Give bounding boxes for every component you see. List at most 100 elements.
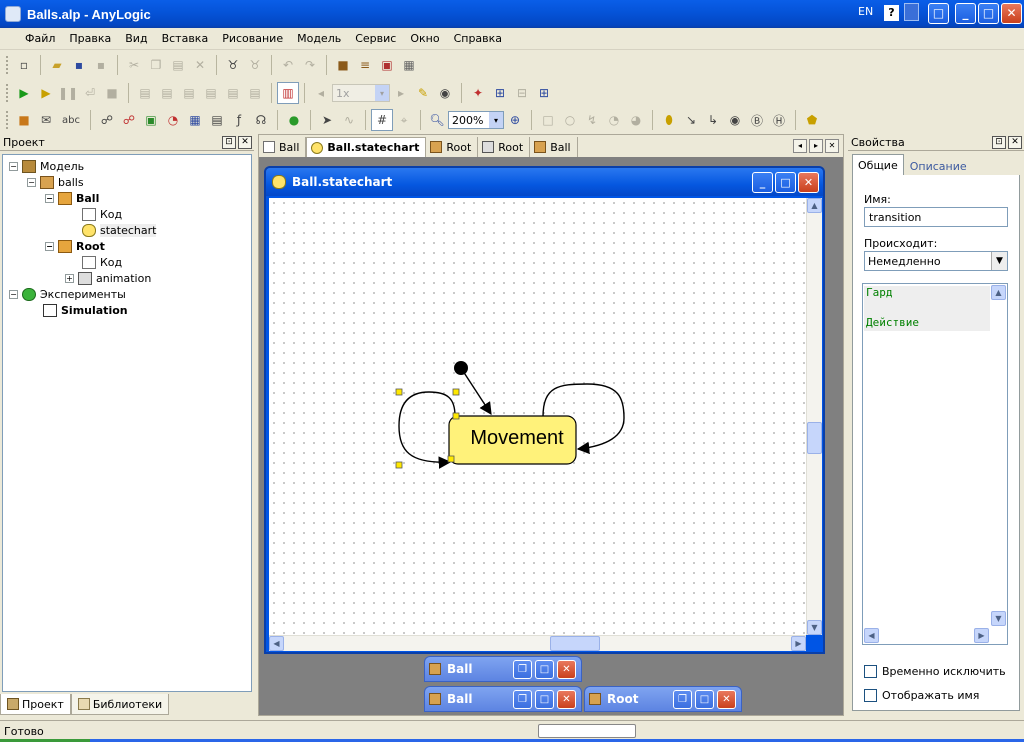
menu-insert[interactable]: Вставка [155, 32, 216, 45]
camera-icon[interactable]: ◉ [434, 82, 456, 104]
tree-node-statechart[interactable]: statechart [82, 222, 157, 238]
table-icon[interactable]: ▤ [206, 109, 228, 131]
debug-icon[interactable]: ✦ [467, 82, 489, 104]
oval-icon[interactable]: ○ [559, 109, 581, 131]
exclude-checkbox[interactable]: Временно исключить [864, 665, 1006, 678]
point-icon[interactable]: ∿ [338, 109, 360, 131]
back-icon[interactable]: ⏎ [79, 82, 101, 104]
tree-node-ball-code[interactable]: Код [82, 206, 122, 222]
paste-icon[interactable]: ▤ [167, 54, 189, 76]
tab-scroll-left-icon[interactable]: ◂ [793, 139, 807, 153]
presentation-icon[interactable]: ▣ [376, 54, 398, 76]
text-tool[interactable]: abc [57, 109, 85, 131]
occurs-select[interactable]: Немедленно ▼ [864, 251, 1008, 271]
replace-icon[interactable]: ♉ [244, 54, 266, 76]
code-line-empty[interactable] [864, 301, 990, 316]
slower-icon[interactable]: ◂ [310, 82, 332, 104]
menu-help[interactable]: Справка [447, 32, 509, 45]
rect-icon[interactable]: □ [537, 109, 559, 131]
restore-icon[interactable]: ❐ [513, 690, 532, 709]
shape-icon[interactable]: ◕ [625, 109, 647, 131]
minimized-window-ball-2[interactable]: Ball ❐ □ ✕ [424, 686, 582, 712]
tree-node-root[interactable]: − Root [45, 238, 105, 254]
tool-icon[interactable]: ▤ [178, 82, 200, 104]
state-shape-icon[interactable]: ⬮ [658, 109, 680, 131]
checkbox-box[interactable] [864, 665, 877, 678]
maximize-button[interactable]: □ [775, 172, 796, 193]
h-icon[interactable]: Ⓗ [768, 109, 790, 131]
zoom-select[interactable]: 200% ▾ [448, 111, 504, 129]
tree-node-simulation[interactable]: Simulation [43, 302, 128, 318]
tab-root-animation[interactable]: Root [478, 137, 531, 157]
tab-description[interactable]: Описание [904, 156, 973, 176]
collapse-icon[interactable]: − [9, 161, 18, 171]
curve-icon[interactable]: ◔ [603, 109, 625, 131]
open-icon[interactable]: ▰ [46, 54, 68, 76]
tree-node-ball[interactable]: − Ball [45, 190, 99, 206]
close-icon[interactable]: ✕ [557, 690, 576, 709]
tray-icon[interactable] [904, 3, 919, 21]
toolbar-grip[interactable] [6, 111, 9, 129]
variable-icon[interactable]: ⬟ [801, 109, 823, 131]
grid-icon[interactable]: # [371, 109, 393, 131]
collapse-icon[interactable]: − [27, 177, 36, 187]
tree-node-animation[interactable]: + animation [65, 270, 151, 286]
stop-icon[interactable]: ■ [101, 82, 123, 104]
tool-icon[interactable]: ▤ [244, 82, 266, 104]
tab-libraries[interactable]: Библиотеки [70, 694, 170, 715]
state-icon[interactable]: ☍ [118, 109, 140, 131]
minimized-window-root[interactable]: Root ❐ □ ✕ [584, 686, 742, 712]
tool-icon[interactable]: ▤ [222, 82, 244, 104]
maximize-icon[interactable]: □ [535, 690, 554, 709]
event-icon[interactable]: ◔ [162, 109, 184, 131]
menu-window[interactable]: Окно [403, 32, 446, 45]
toolbar-grip[interactable] [6, 84, 9, 102]
restore-icon[interactable]: ❐ [673, 690, 692, 709]
tab-project[interactable]: Проект [0, 694, 71, 715]
save-all-icon[interactable]: ▪ [90, 54, 112, 76]
function-icon[interactable]: ƒ [228, 109, 250, 131]
pin-icon[interactable]: ⊡ [992, 135, 1006, 149]
tool-icon[interactable]: ▤ [156, 82, 178, 104]
statechart-window-titlebar[interactable]: Ball.statechart [266, 168, 823, 196]
minimize-button[interactable]: _ [752, 172, 773, 193]
undo-icon[interactable]: ↶ [277, 54, 299, 76]
experiment-icon[interactable]: ● [283, 109, 305, 131]
scroll-down-icon[interactable]: ▼ [807, 620, 822, 635]
menu-file[interactable]: Файл [18, 32, 62, 45]
checkbox-box[interactable] [864, 689, 877, 702]
speed-select[interactable]: 1x ▾ [332, 84, 390, 102]
close-tab-icon[interactable]: ✕ [825, 139, 839, 153]
tab-ball-statechart[interactable]: Ball.statechart [306, 137, 427, 157]
tree-node-model[interactable]: − Модель [9, 158, 84, 174]
image-icon[interactable]: ▣ [140, 109, 162, 131]
redo-icon[interactable]: ↷ [299, 54, 321, 76]
maximize-button[interactable]: □ [978, 3, 999, 24]
close-icon[interactable]: ✕ [238, 135, 252, 149]
class-icon[interactable]: ■ [13, 109, 35, 131]
menu-model[interactable]: Модель [290, 32, 348, 45]
layers-icon[interactable]: ≡ [354, 54, 376, 76]
highlight-icon[interactable]: ✎ [412, 82, 434, 104]
tool-icon[interactable]: ▤ [134, 82, 156, 104]
close-button[interactable]: ✕ [1001, 3, 1022, 24]
tab-ball-code[interactable]: Ball [259, 137, 307, 157]
language-indicator[interactable]: EN [858, 5, 873, 18]
maximize-icon[interactable]: □ [695, 690, 714, 709]
scroll-thumb[interactable] [807, 422, 822, 454]
menu-service[interactable]: Сервис [348, 32, 403, 45]
scroll-left-icon[interactable]: ◀ [864, 628, 879, 643]
vertical-scrollbar[interactable]: ▲ ▼ [806, 198, 822, 635]
close-button[interactable]: ✕ [798, 172, 819, 193]
port-icon[interactable]: ☊ [250, 109, 272, 131]
pause-icon[interactable]: ❚❚ [57, 82, 79, 104]
guard-line[interactable]: Гард [864, 286, 990, 301]
scroll-left-icon[interactable]: ◀ [269, 636, 284, 651]
tree-node-balls[interactable]: − balls [27, 174, 84, 190]
tool-icon[interactable]: ▤ [200, 82, 222, 104]
action-line[interactable]: Действие [864, 316, 990, 331]
tree-node-root-code[interactable]: Код [82, 254, 122, 270]
toolbar-grip[interactable] [6, 56, 9, 74]
help-icon[interactable]: ? [884, 5, 899, 21]
branch-icon[interactable]: ↳ [702, 109, 724, 131]
